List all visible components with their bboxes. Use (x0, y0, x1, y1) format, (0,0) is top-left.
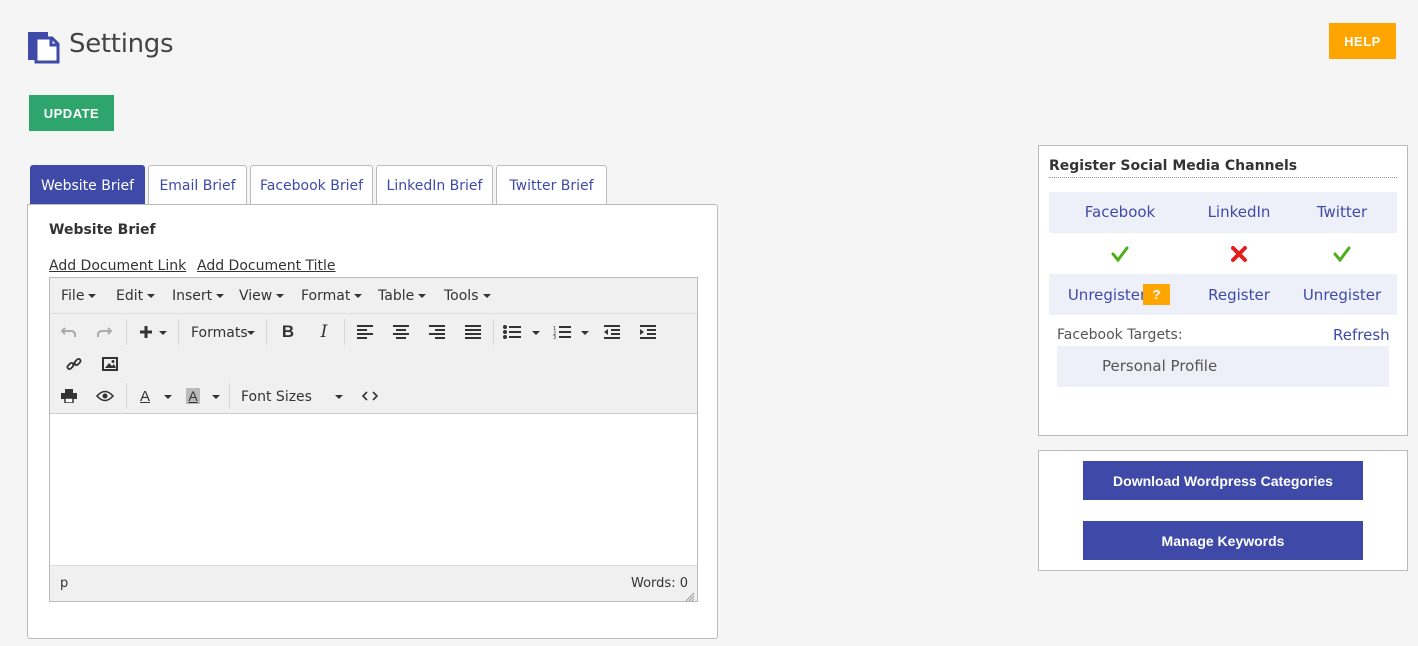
source-code-icon[interactable] (357, 383, 383, 409)
toolbar-separator (126, 319, 127, 345)
italic-icon[interactable]: I (311, 319, 337, 345)
editor-content-area[interactable] (50, 414, 697, 565)
chevron-down-icon (88, 294, 97, 298)
toolbar-separator (493, 319, 494, 345)
settings-page-icon (26, 28, 62, 64)
register-linkedin-link[interactable]: Register (1208, 286, 1270, 304)
help-button[interactable]: HELP (1329, 23, 1396, 59)
align-center-icon[interactable] (388, 319, 414, 345)
menu-edit[interactable]: Edit (116, 288, 156, 304)
chevron-down-icon (212, 395, 220, 399)
print-icon[interactable] (56, 383, 82, 409)
refresh-link[interactable]: Refresh (1333, 326, 1390, 344)
toolbar-separator (344, 319, 345, 345)
toolbar-separator (126, 383, 127, 409)
editor-menubar: File Edit Insert View Format Table Tools (50, 278, 697, 314)
unregister-facebook-link[interactable]: Unregister (1068, 286, 1146, 304)
tab-linkedin-brief[interactable]: LinkedIn Brief (376, 165, 493, 205)
chevron-down-icon (216, 294, 225, 298)
channel-name-linkedin: LinkedIn (1207, 203, 1271, 221)
menu-format[interactable]: Format (301, 288, 363, 304)
unregister-twitter-link[interactable]: Unregister (1303, 286, 1381, 304)
indent-icon[interactable] (635, 319, 661, 345)
image-icon[interactable] (97, 351, 123, 377)
element-path[interactable]: p (60, 576, 68, 591)
tab-facebook-brief[interactable]: Facebook Brief (250, 165, 373, 205)
social-panel-title: Register Social Media Channels (1049, 158, 1298, 174)
channel-name-twitter: Twitter (1316, 203, 1368, 221)
brief-heading: Website Brief (49, 222, 156, 238)
chevron-down-icon (247, 331, 255, 335)
menu-view[interactable]: View (239, 288, 285, 304)
check-icon (1333, 245, 1351, 263)
bold-icon[interactable]: B (275, 319, 301, 345)
add-document-link[interactable]: Add Document Link (49, 258, 186, 274)
download-wordpress-categories-button[interactable]: Download Wordpress Categories (1083, 461, 1363, 500)
svg-text:3: 3 (553, 335, 556, 339)
chevron-down-icon (159, 331, 167, 335)
add-document-title[interactable]: Add Document Title (197, 258, 336, 274)
redo-icon[interactable] (91, 319, 117, 345)
menu-tools[interactable]: Tools (444, 288, 491, 304)
bullet-list-icon[interactable] (499, 319, 525, 345)
word-count: Words: 0 (631, 576, 688, 591)
rich-text-editor: File Edit Insert View Format Table Tools… (49, 277, 698, 602)
font-sizes-dropdown[interactable]: Font Sizes (241, 389, 312, 405)
chevron-down-icon (354, 294, 363, 298)
outdent-icon[interactable] (599, 319, 625, 345)
insert-plus-icon[interactable] (133, 319, 159, 345)
text-color-icon[interactable]: A (132, 383, 158, 409)
menu-table[interactable]: Table (378, 288, 427, 304)
background-color-glyph: A (186, 388, 200, 404)
tab-website-brief[interactable]: Website Brief (30, 165, 145, 205)
title-divider (1049, 177, 1397, 178)
undo-icon[interactable] (56, 319, 82, 345)
facebook-targets-label: Facebook Targets: (1057, 327, 1183, 343)
toolbar-separator (266, 319, 267, 345)
link-icon[interactable] (61, 351, 87, 377)
cross-icon (1230, 245, 1248, 263)
chevron-down-icon (418, 294, 427, 298)
editor-statusbar: p Words: 0 (50, 565, 697, 602)
chevron-down-icon (276, 294, 285, 298)
chevron-down-icon (532, 331, 540, 335)
align-left-icon[interactable] (352, 319, 378, 345)
toolbar-separator (229, 383, 230, 409)
menu-insert[interactable]: Insert (172, 288, 225, 304)
chevron-down-icon (581, 331, 589, 335)
menu-file[interactable]: File (61, 288, 97, 304)
chevron-down-icon (335, 395, 343, 399)
toolbar-separator (178, 319, 179, 345)
manage-keywords-button[interactable]: Manage Keywords (1083, 521, 1363, 560)
chevron-down-icon (147, 294, 156, 298)
numbered-list-icon[interactable]: 123 (549, 319, 575, 345)
formats-dropdown[interactable]: Formats (191, 325, 248, 341)
preview-eye-icon[interactable] (92, 383, 118, 409)
target-personal-profile: Personal Profile (1102, 357, 1218, 375)
help-question-icon[interactable]: ? (1143, 284, 1170, 305)
editor-toolbar: Formats B I 123 A A Font Sizes (50, 314, 697, 414)
align-justify-icon[interactable] (460, 319, 486, 345)
update-button[interactable]: UPDATE (29, 95, 114, 131)
check-icon (1111, 245, 1129, 263)
tab-email-brief[interactable]: Email Brief (148, 165, 247, 205)
channel-name-facebook: Facebook (1084, 203, 1156, 221)
tab-twitter-brief[interactable]: Twitter Brief (496, 165, 607, 205)
background-color-icon[interactable]: A (180, 383, 206, 409)
align-right-icon[interactable] (424, 319, 450, 345)
resize-handle-icon[interactable] (685, 589, 695, 602)
chevron-down-icon (482, 294, 491, 298)
chevron-down-icon (164, 395, 172, 399)
page-title: Settings (69, 29, 174, 59)
